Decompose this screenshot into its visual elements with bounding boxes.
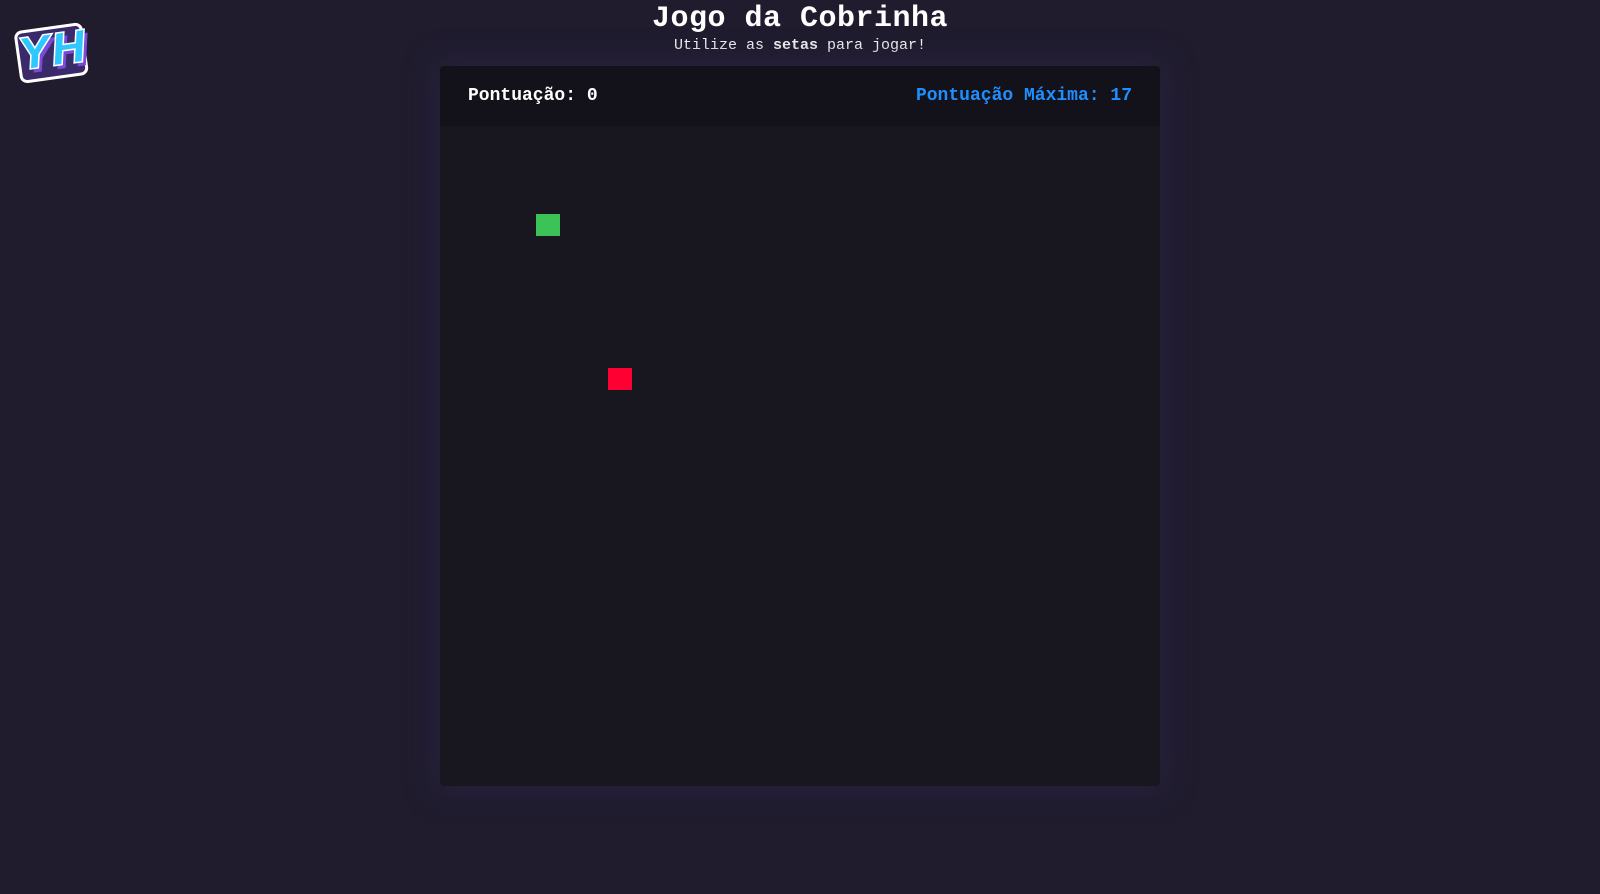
page-header: Jogo da Cobrinha Utilize as setas para j…: [0, 0, 1600, 56]
game-board[interactable]: [440, 126, 1160, 786]
instructions: Utilize as setas para jogar!: [0, 36, 1600, 56]
snake-segment: [536, 214, 560, 236]
current-score-value: 0: [586, 86, 598, 106]
food-item: [608, 368, 632, 390]
high-score: Pontuação Máxima: 17: [916, 66, 1132, 126]
instructions-keyword: setas: [772, 37, 818, 54]
current-score: Pontuação: 0: [468, 66, 598, 126]
high-score-value: 17: [1110, 86, 1132, 106]
instructions-prefix: Utilize as: [673, 37, 773, 54]
instructions-suffix: para jogar!: [818, 37, 927, 54]
game-panel: Pontuação: 0 Pontuação Máxima: 17: [440, 66, 1160, 786]
high-score-label: Pontuação Máxima:: [915, 86, 1111, 106]
page-title: Jogo da Cobrinha: [651, 2, 949, 36]
score-bar: Pontuação: 0 Pontuação Máxima: 17: [440, 66, 1160, 126]
current-score-label: Pontuação:: [468, 86, 587, 106]
